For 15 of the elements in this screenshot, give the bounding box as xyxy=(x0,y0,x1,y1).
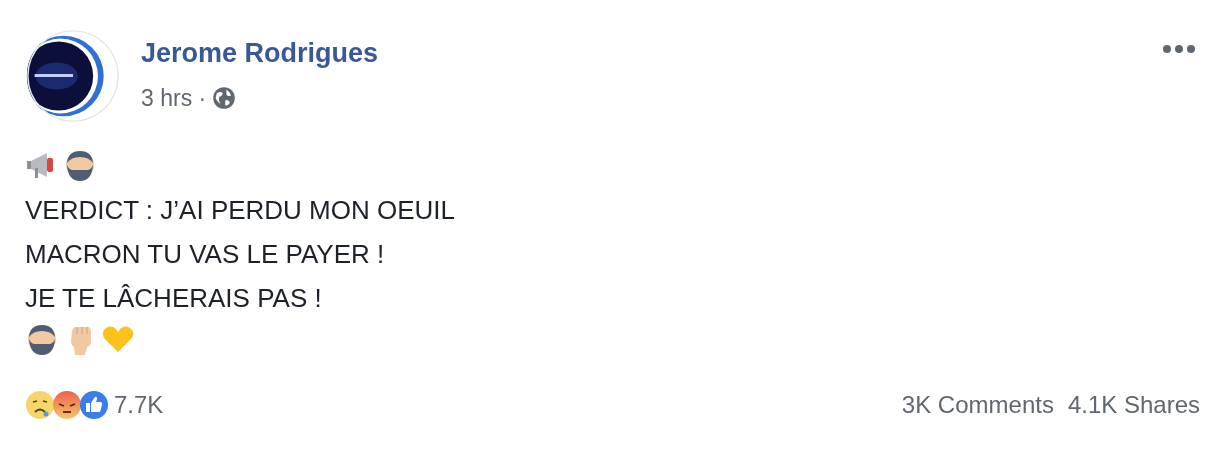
globe-icon[interactable] xyxy=(212,86,237,110)
post-text-line: VERDICT : J’AI PERDU MON OEUIL xyxy=(25,194,457,227)
like-icon[interactable] xyxy=(79,390,109,420)
sad-reaction-icon[interactable] xyxy=(25,390,55,420)
comments-link[interactable]: 3K Comments xyxy=(901,391,1054,419)
more-options-icon[interactable] xyxy=(1162,44,1196,54)
bearded-man-icon xyxy=(63,148,97,182)
reaction-count[interactable]: 7.7K xyxy=(114,391,164,419)
angry-reaction-icon[interactable] xyxy=(52,390,82,420)
post-time[interactable]: 3 hrs · xyxy=(141,84,207,112)
post-text-line: JE TE LÂCHERAIS PAS ! xyxy=(25,282,323,315)
shares-link[interactable]: 4.1K Shares xyxy=(1067,391,1200,419)
post-text-line: MACRON TU VAS LE PAYER ! xyxy=(25,238,386,271)
author-name[interactable]: Jerome Rodrigues xyxy=(141,36,379,70)
bearded-man-icon xyxy=(25,322,59,356)
